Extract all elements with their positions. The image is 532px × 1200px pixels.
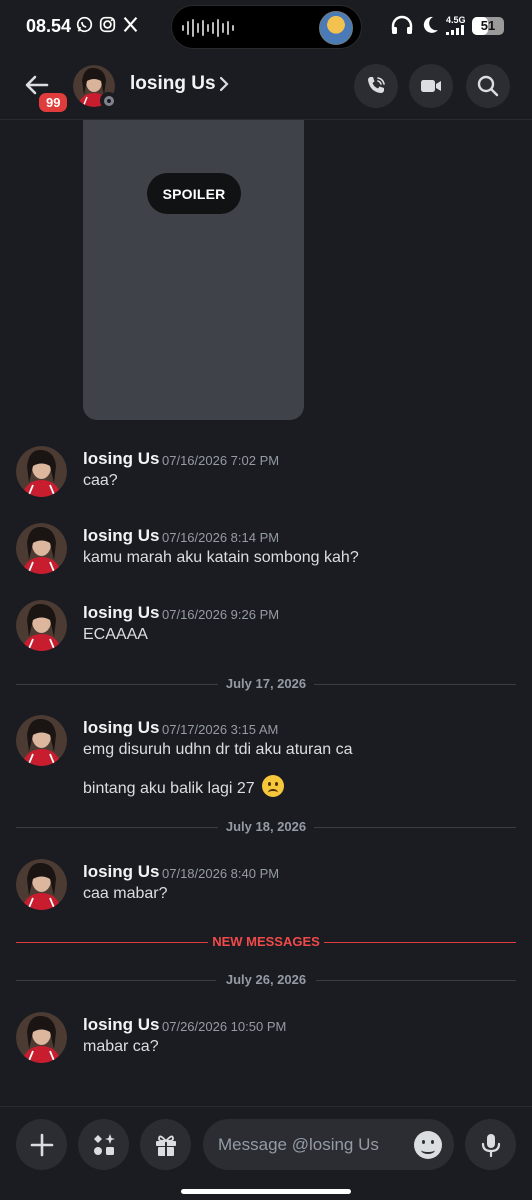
offline-status-icon bbox=[100, 92, 117, 109]
add-attachment-button[interactable] bbox=[16, 1119, 67, 1170]
video-call-button[interactable] bbox=[409, 64, 453, 108]
page-title[interactable]: losing Us bbox=[130, 73, 216, 95]
spoiler-image-attachment[interactable] bbox=[83, 100, 304, 420]
chevron-right-icon[interactable] bbox=[216, 74, 232, 94]
date-divider: July 26, 2026 bbox=[16, 970, 516, 990]
media-thumbnail bbox=[319, 11, 353, 45]
message-text[interactable]: caa mabar? bbox=[83, 885, 168, 903]
apps-icon bbox=[93, 1133, 115, 1155]
date-divider-label: July 18, 2026 bbox=[225, 819, 307, 834]
message-composer bbox=[0, 1106, 532, 1200]
message-timestamp: 07/16/2026 9:26 PM bbox=[162, 607, 280, 622]
gift-button[interactable] bbox=[140, 1119, 191, 1170]
date-divider: July 17, 2026 bbox=[16, 674, 516, 694]
search-button[interactable] bbox=[466, 64, 510, 108]
avatar[interactable] bbox=[16, 859, 67, 910]
message-text[interactable]: bintang aku balik lagi 27 bbox=[83, 775, 285, 798]
voice-message-button[interactable] bbox=[465, 1119, 516, 1170]
phone-icon bbox=[368, 77, 385, 93]
microphone-icon bbox=[481, 1133, 500, 1157]
signal-icon bbox=[446, 25, 464, 35]
voice-call-button[interactable] bbox=[354, 64, 398, 108]
message-timestamp: 07/16/2026 7:02 PM bbox=[162, 453, 280, 468]
battery-level: 51 bbox=[480, 18, 496, 33]
home-indicator[interactable] bbox=[181, 1189, 351, 1194]
message-text[interactable]: kamu marah aku katain sombong kah? bbox=[83, 549, 359, 567]
message-text[interactable]: emg disuruh udhn dr tdi aku aturan ca bbox=[83, 741, 353, 759]
dynamic-island[interactable] bbox=[171, 5, 362, 49]
message-text[interactable]: mabar ca? bbox=[83, 1038, 159, 1056]
avatar[interactable] bbox=[16, 600, 67, 651]
audio-wave-icon bbox=[182, 18, 234, 38]
avatar[interactable] bbox=[16, 446, 67, 497]
message-author[interactable]: losing Us bbox=[83, 449, 160, 469]
avatar[interactable] bbox=[16, 1012, 67, 1063]
chat-header: 99 losing Us bbox=[0, 54, 532, 120]
message-timestamp: 07/26/2026 10:50 PM bbox=[162, 1019, 287, 1034]
status-bar: 08.54 4.5G 51 bbox=[0, 0, 532, 54]
message-timestamp: 07/16/2026 8:14 PM bbox=[162, 530, 280, 545]
message-text[interactable]: ECAAAA bbox=[83, 626, 148, 644]
spoiler-label[interactable]: SPOILER bbox=[147, 173, 241, 214]
slightly-frowning-face-emoji bbox=[262, 775, 285, 797]
message-author[interactable]: losing Us bbox=[83, 718, 160, 738]
new-messages-label: NEW MESSAGES bbox=[212, 934, 320, 949]
message-input[interactable] bbox=[218, 1119, 408, 1170]
plus-icon bbox=[30, 1133, 53, 1156]
status-time: 08.54 bbox=[26, 16, 72, 36]
search-icon bbox=[477, 75, 499, 97]
message-timestamp: 07/17/2026 3:15 AM bbox=[162, 722, 279, 737]
avatar[interactable] bbox=[16, 715, 67, 766]
message-text[interactable]: caa? bbox=[83, 472, 118, 490]
message-author[interactable]: losing Us bbox=[83, 526, 160, 546]
date-divider-label: July 17, 2026 bbox=[225, 676, 307, 691]
message-input-container bbox=[203, 1119, 454, 1170]
message-author[interactable]: losing Us bbox=[83, 862, 160, 882]
whatsapp-icon bbox=[76, 16, 93, 33]
date-divider-label: July 26, 2026 bbox=[225, 972, 307, 987]
moon-icon bbox=[423, 16, 438, 33]
x-twitter-icon bbox=[123, 17, 138, 32]
battery-icon: 51 bbox=[472, 17, 504, 35]
video-camera-icon bbox=[421, 80, 441, 92]
network-indicator: 4.5G bbox=[446, 16, 466, 37]
headphones-icon bbox=[391, 15, 413, 34]
apps-button[interactable] bbox=[78, 1119, 129, 1170]
date-divider: July 18, 2026 bbox=[16, 817, 516, 837]
emoji-picker-icon[interactable] bbox=[414, 1131, 442, 1159]
new-messages-divider: NEW MESSAGES bbox=[16, 932, 516, 952]
unread-badge: 99 bbox=[36, 90, 71, 115]
message-timestamp: 07/18/2026 8:40 PM bbox=[162, 866, 280, 881]
gift-icon bbox=[155, 1135, 176, 1156]
avatar[interactable] bbox=[16, 523, 67, 574]
message-author[interactable]: losing Us bbox=[83, 603, 160, 623]
instagram-icon bbox=[99, 16, 116, 33]
message-author[interactable]: losing Us bbox=[83, 1015, 160, 1035]
